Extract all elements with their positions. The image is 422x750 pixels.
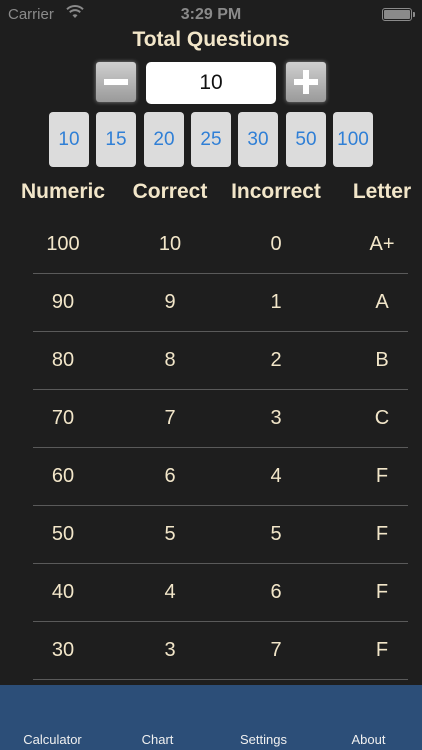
table-row: 60 6 4 F (0, 447, 422, 505)
table-row: 50 5 5 F (0, 505, 422, 563)
cell-numeric: 80 (51, 349, 75, 371)
preset-button-100[interactable]: 100 (333, 112, 373, 167)
cell-numeric: 70 (51, 407, 75, 429)
table-header: Numeric Correct Incorrect Letter (0, 180, 422, 210)
cell-letter: F (375, 581, 389, 603)
cell-numeric: 40 (51, 581, 75, 603)
cell-correct: 10 (158, 233, 182, 255)
preset-buttons: 10 15 20 25 30 50 100 (49, 112, 379, 168)
cell-letter: A+ (369, 233, 395, 255)
cell-incorrect: 6 (270, 581, 282, 603)
cell-incorrect: 4 (270, 465, 282, 487)
cell-letter: A (375, 291, 389, 313)
cell-incorrect: 2 (270, 349, 282, 371)
cell-correct: 9 (164, 291, 176, 313)
table-row: 30 3 7 F (0, 621, 422, 679)
preset-button-50[interactable]: 50 (286, 112, 326, 167)
table-row: 100 10 0 A+ (0, 215, 422, 273)
column-header-correct: Correct (132, 180, 208, 203)
tab-bar: Calculator Chart Settings About (0, 685, 422, 750)
increment-button[interactable] (286, 62, 326, 102)
table-row: 70 7 3 C (0, 389, 422, 447)
column-header-letter: Letter (352, 180, 412, 203)
table-row: 80 8 2 B (0, 331, 422, 389)
cell-correct: 5 (164, 523, 176, 545)
cell-correct: 8 (164, 349, 176, 371)
battery-icon (382, 8, 415, 21)
preset-button-25[interactable]: 25 (191, 112, 231, 167)
question-stepper: 10 (96, 62, 326, 104)
cell-incorrect: 0 (270, 233, 282, 255)
tab-settings[interactable]: Settings (211, 732, 316, 747)
cell-letter: F (375, 639, 389, 661)
cell-numeric: 90 (51, 291, 75, 313)
tab-calculator[interactable]: Calculator (0, 732, 105, 747)
status-time: 3:29 PM (180, 6, 242, 23)
cell-letter: B (375, 349, 389, 371)
tab-chart[interactable]: Chart (105, 732, 210, 747)
cell-letter: F (375, 465, 389, 487)
tab-about[interactable]: About (316, 732, 421, 747)
preset-button-20[interactable]: 20 (144, 112, 184, 167)
preset-button-15[interactable]: 15 (96, 112, 136, 167)
status-bar: Carrier 3:29 PM (0, 0, 422, 28)
table-row: 90 9 1 A (0, 273, 422, 331)
cell-letter: F (375, 523, 389, 545)
cell-incorrect: 5 (270, 523, 282, 545)
cell-numeric: 50 (51, 523, 75, 545)
cell-correct: 7 (164, 407, 176, 429)
cell-letter: C (374, 407, 390, 429)
table-row: 40 4 6 F (0, 563, 422, 621)
cell-numeric: 60 (51, 465, 75, 487)
page-title: Total Questions (132, 28, 290, 51)
cell-incorrect: 1 (270, 291, 282, 313)
cell-numeric: 30 (51, 639, 75, 661)
cell-incorrect: 3 (270, 407, 282, 429)
cell-correct: 3 (164, 639, 176, 661)
question-count-field[interactable]: 10 (146, 62, 276, 104)
cell-numeric: 100 (46, 233, 80, 255)
row-divider (33, 679, 408, 680)
preset-button-30[interactable]: 30 (238, 112, 278, 167)
cell-correct: 6 (164, 465, 176, 487)
column-header-numeric: Numeric (20, 180, 106, 203)
decrement-button[interactable] (96, 62, 136, 102)
cell-correct: 4 (164, 581, 176, 603)
preset-button-10[interactable]: 10 (49, 112, 89, 167)
minus-icon (104, 79, 128, 85)
cell-incorrect: 7 (270, 639, 282, 661)
column-header-incorrect: Incorrect (231, 180, 321, 203)
